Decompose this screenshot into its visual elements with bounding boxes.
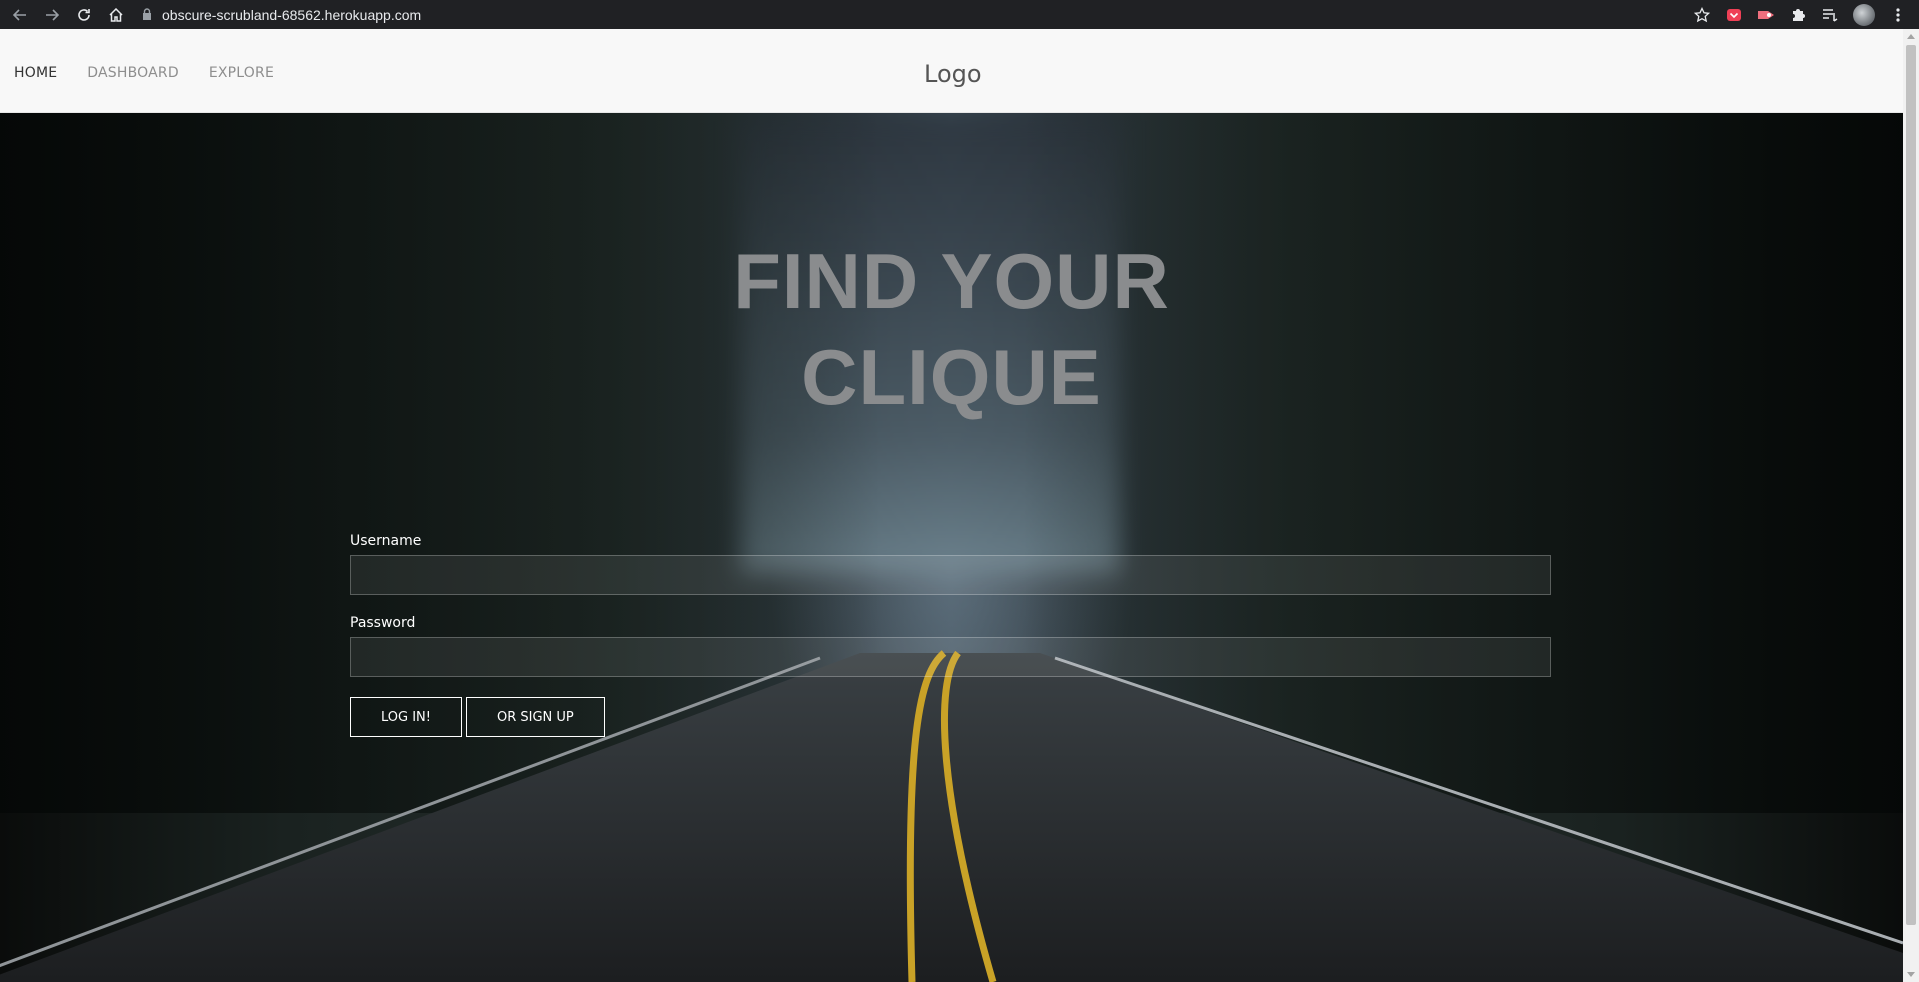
username-label: Username bbox=[350, 533, 422, 549]
address-bar[interactable]: obscure-scrubland-68562.herokuapp.com bbox=[142, 7, 421, 23]
vertical-scrollbar[interactable] bbox=[1903, 29, 1919, 982]
scroll-down-icon[interactable] bbox=[1907, 972, 1915, 977]
hero-title: FIND YOUR CLIQUE bbox=[0, 233, 1903, 425]
nav-link-home[interactable]: HOME bbox=[14, 65, 57, 81]
nav-links: HOME DASHBOARD EXPLORE bbox=[14, 65, 274, 81]
pocket-icon[interactable] bbox=[1725, 6, 1743, 24]
back-icon[interactable] bbox=[8, 3, 32, 27]
nav-link-dashboard[interactable]: DASHBOARD bbox=[87, 65, 179, 81]
hero-title-line1: FIND YOUR bbox=[733, 237, 1170, 325]
page: HOME DASHBOARD EXPLORE Logo FIND YOUR CL bbox=[0, 29, 1903, 982]
scrollbar-thumb[interactable] bbox=[1906, 45, 1916, 925]
lock-icon[interactable] bbox=[142, 7, 152, 23]
form-buttons: LOG IN! OR SIGN UP bbox=[350, 697, 1551, 737]
hero-section: FIND YOUR CLIQUE Username Password LOG I… bbox=[0, 113, 1903, 982]
extensions-icon[interactable] bbox=[1789, 6, 1807, 24]
username-input[interactable] bbox=[350, 555, 1551, 595]
home-icon[interactable] bbox=[104, 3, 128, 27]
forward-icon[interactable] bbox=[40, 3, 64, 27]
scroll-up-icon[interactable] bbox=[1907, 34, 1915, 39]
browser-toolbar: obscure-scrubland-68562.herokuapp.com bbox=[0, 0, 1919, 29]
logo[interactable]: Logo bbox=[924, 60, 982, 88]
star-icon[interactable] bbox=[1693, 6, 1711, 24]
signup-button[interactable]: OR SIGN UP bbox=[466, 697, 605, 737]
login-form: Username Password LOG IN! OR SIGN UP bbox=[350, 533, 1551, 737]
password-input[interactable] bbox=[350, 637, 1551, 677]
top-navbar: HOME DASHBOARD EXPLORE Logo bbox=[0, 29, 1903, 113]
login-button[interactable]: LOG IN! bbox=[350, 697, 462, 737]
url-text: obscure-scrubland-68562.herokuapp.com bbox=[162, 6, 422, 23]
profile-avatar[interactable] bbox=[1853, 3, 1875, 26]
cast-icon[interactable] bbox=[1757, 6, 1775, 24]
reading-list-icon[interactable] bbox=[1821, 6, 1839, 24]
menu-icon[interactable] bbox=[1889, 6, 1907, 24]
hero-title-line2: CLIQUE bbox=[801, 333, 1102, 421]
reload-icon[interactable] bbox=[72, 3, 96, 27]
password-label: Password bbox=[350, 615, 416, 631]
nav-link-explore[interactable]: EXPLORE bbox=[209, 65, 274, 81]
